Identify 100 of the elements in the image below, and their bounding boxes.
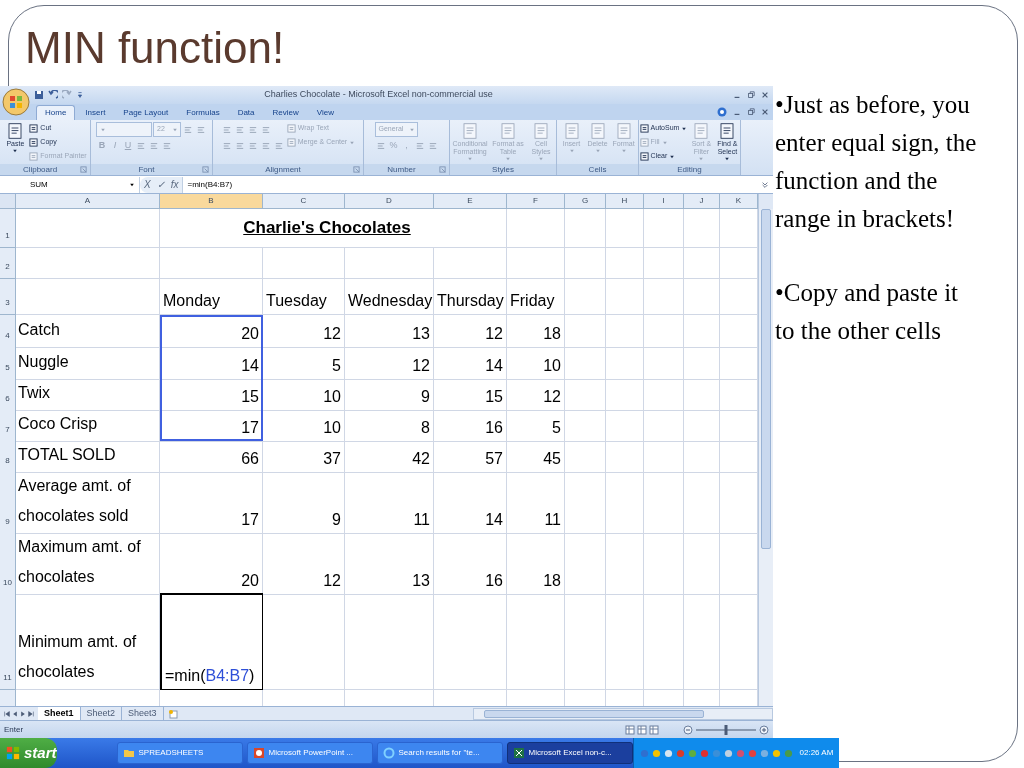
close-icon [761, 91, 769, 99]
empty-cell [684, 315, 720, 348]
empty-cell [684, 532, 720, 595]
table-cell: 13 [345, 532, 434, 595]
table-cell: 57 [434, 440, 507, 473]
table-cell: 10 [263, 409, 345, 442]
empty-cell [684, 409, 720, 442]
table-cell: 11 [507, 471, 565, 534]
ribbon-tab[interactable]: Formulas [178, 105, 228, 120]
view-icon[interactable] [637, 724, 647, 735]
taskbar-button[interactable]: Microsoft Excel non-c... [506, 742, 633, 764]
formula-button[interactable]: X [144, 177, 151, 192]
document-icon [639, 152, 649, 161]
taskbar-button[interactable]: Microsoft PowerPoint ... [246, 742, 373, 764]
table-cell: Nuggle [16, 347, 160, 380]
table-cell: 10 [263, 378, 345, 411]
formula-button[interactable]: fx [170, 177, 179, 192]
window-title: Charlies Chocolate - Microsoft Excel non-commercial use [263, 88, 494, 102]
document-icon [29, 152, 39, 161]
empty-cell [644, 248, 684, 279]
horizontal-scrollbar[interactable] [473, 707, 773, 720]
row-number: 1 [0, 209, 16, 248]
taskbar-button[interactable]: Search results for "te... [376, 742, 503, 764]
table-cell: Twix [16, 378, 160, 411]
lines-icon [274, 141, 283, 150]
name-box[interactable]: SUM [0, 176, 140, 193]
sheet-nav-icon[interactable] [4, 710, 10, 717]
ribbon-tab[interactable]: View [308, 105, 342, 120]
caret-icon [100, 126, 106, 133]
column-header[interactable]: J [684, 194, 720, 209]
column-header[interactable]: C [263, 194, 345, 209]
lines-icon [248, 141, 257, 150]
sheet-nav-icon[interactable] [28, 710, 34, 717]
formula-input[interactable]: =min(B4:B7) [183, 178, 761, 191]
table-cell: 16 [434, 532, 507, 595]
table-cell: 16 [434, 409, 507, 442]
sheet-tab[interactable]: Sheet1 [38, 707, 81, 720]
sheet-title: Charlie's Chocolates [243, 217, 411, 240]
row-number: 4 [0, 315, 16, 348]
table-cell: Minimum amt. of chocolates [16, 593, 160, 690]
save-icon [34, 90, 44, 100]
document-icon [562, 122, 581, 140]
empty-cell [644, 440, 684, 473]
column-header[interactable]: D [345, 194, 434, 209]
ribbon-tab[interactable]: Page Layout [115, 105, 177, 120]
caret-icon [538, 156, 544, 162]
close-icon [761, 108, 769, 116]
row-number: 7 [0, 409, 16, 442]
vertical-scrollbar[interactable] [758, 194, 773, 706]
caret-icon [409, 126, 416, 133]
caret-icon [568, 148, 575, 154]
formula-button[interactable]: ✓ [156, 177, 165, 192]
empty-cell [684, 378, 720, 411]
view-icon[interactable] [649, 724, 659, 735]
column-header[interactable]: E [434, 194, 507, 209]
group-label: Number [386, 163, 417, 176]
caret-icon [129, 181, 135, 188]
column-header[interactable]: G [565, 194, 606, 209]
group-label: Editing [676, 163, 703, 176]
caret-icon [467, 156, 473, 162]
lines-icon [428, 141, 437, 150]
table-cell: 37 [263, 440, 345, 473]
ribbon-tab[interactable]: Review [264, 105, 307, 120]
column-header[interactable]: H [606, 194, 644, 209]
table-cell: 8 [345, 409, 434, 442]
column-header[interactable]: B [160, 194, 263, 209]
ribbon-tab[interactable]: Data [229, 105, 263, 120]
table-cell[interactable]: =min(B4:B7) [160, 593, 263, 690]
expand-icon [761, 180, 769, 189]
table-cell: Catch [16, 315, 160, 348]
table-cell: Wednesday [345, 279, 434, 315]
windows-logo-icon [6, 746, 20, 760]
empty-cell [565, 440, 606, 473]
group-label: Font [137, 163, 156, 176]
table-cell: 10 [507, 347, 565, 380]
table-cell: 17 [160, 471, 263, 534]
select-all-corner[interactable] [0, 194, 16, 209]
column-header[interactable]: F [507, 194, 565, 209]
ribbon-tab[interactable]: Home [36, 105, 76, 120]
lines-icon [376, 141, 385, 150]
customize-icon [76, 91, 84, 99]
lines-icon [150, 141, 158, 150]
taskbar-button[interactable]: SPREADSHEETS [116, 742, 243, 764]
column-header[interactable]: A [16, 194, 160, 209]
ribbon-tab[interactable]: Insert [77, 105, 114, 120]
empty-cell [565, 471, 606, 534]
group-label: Clipboard [21, 163, 59, 176]
empty-cell [565, 315, 606, 348]
empty-cell [606, 532, 644, 595]
document-icon [588, 122, 607, 140]
redo-icon [62, 90, 72, 100]
document-icon [692, 122, 711, 140]
view-icon[interactable] [625, 724, 635, 735]
lines-icon [261, 141, 270, 150]
start-button[interactable]: start [0, 738, 57, 768]
empty-cell [565, 209, 606, 248]
column-header[interactable]: I [644, 194, 684, 209]
table-cell: 13 [345, 315, 434, 348]
insert-sheet-icon[interactable] [167, 708, 178, 719]
table-cell: 18 [507, 532, 565, 595]
